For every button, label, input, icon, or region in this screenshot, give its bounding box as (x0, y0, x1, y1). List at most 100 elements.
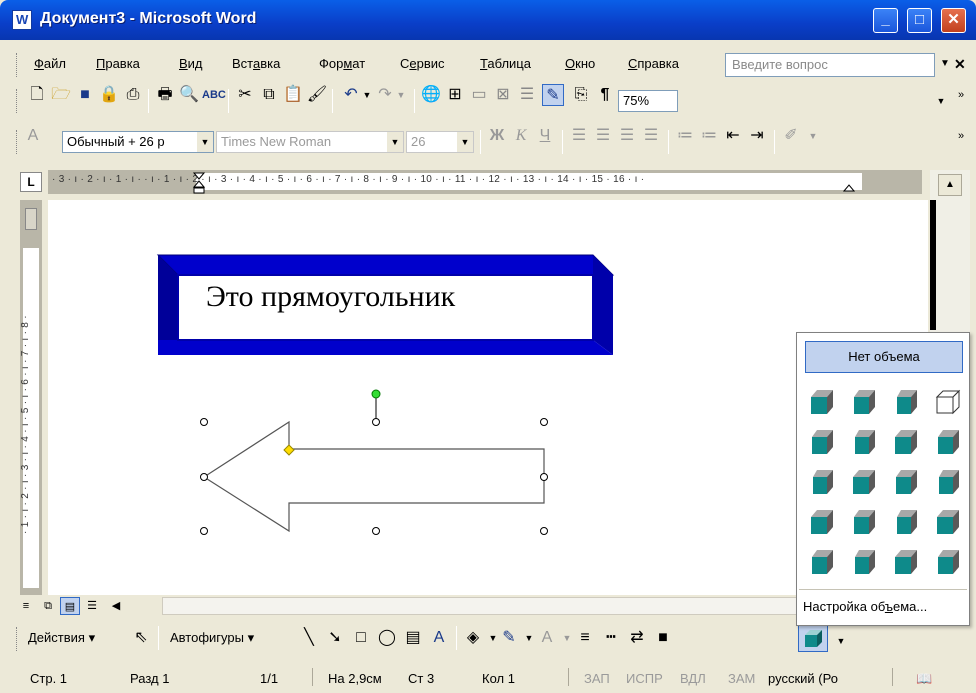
increase-indent-icon[interactable]: ⇥ (746, 125, 768, 147)
3d-style-option[interactable] (807, 427, 837, 457)
horizontal-scroll-track[interactable] (162, 597, 802, 615)
menu-insert[interactable]: Вставка (232, 56, 280, 71)
hyperlink-icon[interactable]: 🌐 (420, 84, 442, 106)
selection-handle[interactable] (372, 527, 380, 535)
style-select[interactable]: Обычный + 26 р ▼ (62, 131, 214, 153)
normal-view-icon[interactable]: ≡ (16, 597, 36, 615)
selection-handle[interactable] (540, 418, 548, 426)
justify-icon[interactable]: ☰ (640, 125, 662, 147)
3d-style-option[interactable] (807, 467, 837, 497)
align-right-icon[interactable]: ☰ (616, 125, 638, 147)
italic-icon[interactable]: К (510, 125, 532, 147)
drawing-toggle-icon[interactable]: ✎ (542, 84, 564, 106)
selection-handle[interactable] (200, 473, 208, 481)
fill-color-icon[interactable]: ◈ (462, 627, 484, 649)
toolbar-grip[interactable] (16, 627, 19, 651)
left-arrow-shape[interactable] (202, 420, 545, 533)
font-size-select[interactable]: 26 ▼ (406, 131, 474, 153)
web-view-icon[interactable]: ⧉ (38, 597, 58, 615)
status-extend[interactable]: ВДЛ (680, 671, 706, 686)
menu-view[interactable]: Вид (179, 56, 203, 71)
menu-help[interactable]: Справка (628, 56, 679, 71)
save-icon[interactable]: ■ (74, 84, 96, 106)
toolbar-options-icon[interactable]: » (950, 84, 972, 106)
align-center-icon[interactable]: ☰ (592, 125, 614, 147)
tables-borders-icon[interactable]: ⊞ (444, 84, 466, 106)
columns-icon[interactable]: ☰ (516, 84, 538, 106)
tab-selector[interactable]: L (20, 172, 42, 192)
indent-marker-icon[interactable] (193, 172, 205, 194)
insert-excel-icon[interactable]: ⊠ (492, 84, 514, 106)
menu-table[interactable]: Таблица (480, 56, 531, 71)
research-icon[interactable]: ⎙ (122, 84, 144, 106)
ask-dropdown-icon[interactable]: ▼ (940, 58, 950, 69)
font-dropdown-icon[interactable]: ▼ (387, 132, 403, 152)
3d-style-option[interactable] (807, 547, 837, 577)
highlight-icon[interactable]: ✐ (780, 125, 802, 147)
align-left-icon[interactable]: ☰ (568, 125, 590, 147)
bold-icon[interactable]: Ж (486, 125, 508, 147)
close-button[interactable]: ✕ (941, 8, 966, 33)
3d-style-option[interactable] (933, 467, 963, 497)
3d-settings-button[interactable]: Настройка объема... (803, 599, 927, 614)
insert-table-icon[interactable]: ▭ (468, 84, 490, 106)
3d-style-option[interactable] (849, 507, 879, 537)
minimize-button[interactable]: _ (873, 8, 898, 33)
3d-style-option[interactable] (891, 387, 921, 417)
3d-style-option[interactable] (891, 547, 921, 577)
line-color-icon[interactable]: ✎ (498, 627, 520, 649)
3d-style-option[interactable] (849, 387, 879, 417)
redo-dropdown-icon[interactable]: ▼ (390, 84, 412, 106)
line-icon[interactable]: ╲ (298, 627, 320, 649)
new-document-icon[interactable]: 🗋 (26, 84, 48, 106)
format-painter-icon[interactable]: 🖌 (306, 84, 328, 106)
actions-menu[interactable]: Действия ▾ (28, 630, 95, 646)
print-layout-icon[interactable]: ▤ (60, 597, 80, 615)
status-track-changes[interactable]: ИСПР (626, 671, 663, 686)
3d-style-option[interactable] (807, 387, 837, 417)
zoom-select[interactable]: 75% (618, 90, 678, 112)
highlight-dropdown-icon[interactable]: ▼ (802, 125, 824, 147)
maximize-button[interactable]: □ (907, 8, 932, 33)
no-3d-button[interactable]: Нет объема (805, 341, 963, 373)
menu-file[interactable]: Файл (34, 56, 66, 71)
selection-handle[interactable] (200, 527, 208, 535)
shadow-icon[interactable]: ■ (652, 627, 674, 649)
3d-dropdown-icon[interactable]: ▼ (830, 630, 852, 652)
3d-style-option[interactable] (891, 507, 921, 537)
outline-view-icon[interactable]: ☰ (82, 597, 102, 615)
menu-grip[interactable] (16, 53, 19, 77)
selection-handle[interactable] (372, 418, 380, 426)
selection-handle[interactable] (540, 527, 548, 535)
menu-tools[interactable]: Сервис (400, 56, 445, 71)
3d-style-option[interactable] (891, 467, 921, 497)
3d-style-option[interactable] (933, 387, 963, 417)
wordart-icon[interactable]: A (428, 627, 450, 649)
print-icon[interactable]: 🖶 (154, 84, 176, 106)
zoom-dropdown-icon[interactable]: ▼ (930, 90, 952, 112)
word-app-icon[interactable] (12, 10, 32, 30)
selection-handle[interactable] (540, 473, 548, 481)
3d-style-option[interactable] (933, 547, 963, 577)
3d-style-option[interactable] (849, 547, 879, 577)
document-map-icon[interactable]: ⎘ (570, 84, 592, 106)
rectangle-icon[interactable]: □ (350, 627, 372, 649)
spelling-status-icon[interactable]: 📖 (916, 671, 932, 687)
underline-icon[interactable]: Ч (534, 125, 556, 147)
menu-window[interactable]: Окно (565, 56, 595, 71)
autoshapes-menu[interactable]: Автофигуры ▾ (170, 630, 254, 646)
print-preview-icon[interactable]: 🔍 (178, 84, 200, 106)
spelling-icon[interactable]: ABC (202, 84, 226, 106)
3d-style-option[interactable] (807, 507, 837, 537)
arrow-icon[interactable]: ➘ (324, 627, 346, 649)
3d-style-option[interactable] (891, 427, 921, 457)
oval-icon[interactable]: ◯ (376, 627, 398, 649)
3d-style-option[interactable] (849, 427, 879, 457)
dash-style-icon[interactable]: ┅ (600, 627, 622, 649)
3d-style-option[interactable] (849, 467, 879, 497)
cut-icon[interactable]: ✂ (234, 84, 256, 106)
ask-question-input[interactable]: Введите вопрос (725, 53, 935, 77)
3d-style-option[interactable] (933, 427, 963, 457)
font-size-dropdown-icon[interactable]: ▼ (457, 132, 473, 152)
top-margin-marker[interactable] (25, 208, 37, 230)
